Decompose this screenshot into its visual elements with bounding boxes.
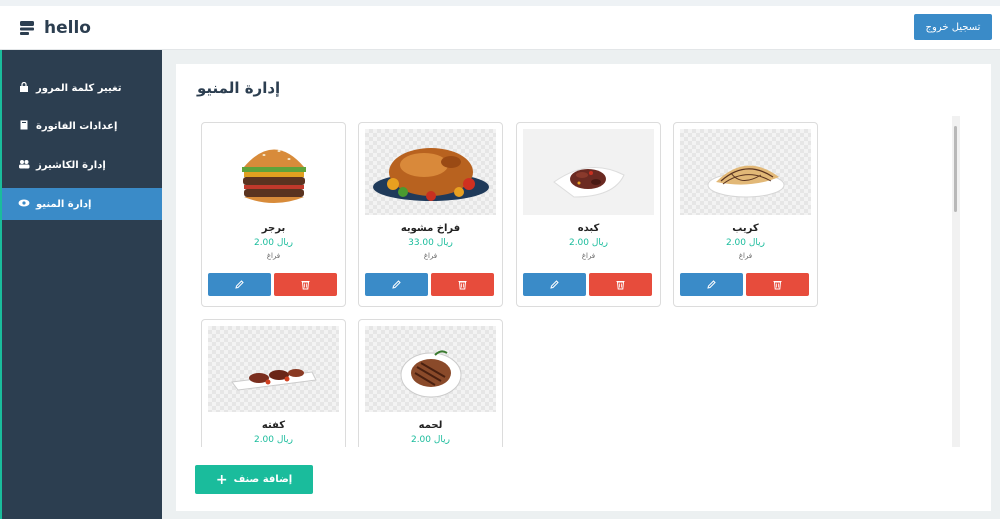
- lock-icon: [18, 81, 30, 95]
- product-image-steak: [365, 326, 496, 412]
- product-image-kofta: [208, 326, 339, 412]
- product-price: ريال 33.00: [408, 238, 453, 248]
- products-scrollbar[interactable]: [952, 116, 960, 447]
- product-price: ريال 2.00: [253, 435, 294, 445]
- edit-button[interactable]: [365, 273, 428, 296]
- brand-title: hello: [44, 18, 91, 38]
- sidebar-item-change-password[interactable]: تغيير كلمة المرور: [2, 72, 162, 104]
- pencil-icon: [550, 280, 559, 289]
- product-image-crepe: [680, 129, 811, 215]
- delete-button[interactable]: [274, 273, 337, 296]
- trash-icon: [301, 281, 310, 290]
- stack-icon: [20, 21, 34, 35]
- sidebar-item-label: إدارة المنيو: [36, 198, 92, 210]
- products-grid[interactable]: برجر ريال 2.00 فراغ فراخ مشويه ريال 33.0…: [196, 116, 959, 447]
- trash-icon: [616, 281, 625, 290]
- logout-button[interactable]: تسجيل خروج: [914, 14, 992, 40]
- product-card: فراخ مشويه ريال 33.00 فراغ: [358, 122, 503, 307]
- product-name: كريب: [732, 223, 759, 234]
- add-item-label: إضافة صنف: [233, 474, 293, 485]
- product-category: فراغ: [423, 252, 438, 260]
- product-category: فراغ: [266, 252, 281, 260]
- product-name: لحمه: [418, 420, 443, 431]
- trash-icon: [773, 281, 782, 290]
- eye-icon: [18, 198, 30, 211]
- product-price: ريال 2.00: [568, 238, 609, 248]
- pencil-icon: [392, 280, 401, 289]
- product-image-liver: [523, 129, 654, 215]
- product-card: كبده ريال 2.00 فراغ: [516, 122, 661, 307]
- product-card: كريب ريال 2.00 فراغ: [673, 122, 818, 307]
- product-card: برجر ريال 2.00 فراغ: [201, 122, 346, 307]
- users-icon: [18, 159, 30, 172]
- product-price: ريال 2.00: [725, 238, 766, 248]
- product-image-grilled-chicken: [365, 129, 496, 215]
- top-bar: hello تسجيل خروج: [0, 0, 1000, 50]
- delete-button[interactable]: [431, 273, 494, 296]
- delete-button[interactable]: [589, 273, 652, 296]
- edit-button[interactable]: [523, 273, 586, 296]
- pencil-icon: [235, 280, 244, 289]
- edit-button[interactable]: [680, 273, 743, 296]
- page-title: إدارة المنيو: [197, 79, 281, 97]
- sidebar-item-label: إدارة الكاشيرز: [36, 159, 106, 171]
- product-name: فراخ مشويه: [400, 223, 461, 234]
- product-card: كفته ريال 2.00: [201, 319, 346, 447]
- sidebar-item-label: إعدادات الفاتورة: [36, 120, 118, 132]
- menu-panel: إدارة المنيو برجر ريال 2.00 فراغ فراخ مش…: [176, 64, 991, 511]
- product-price: ريال 2.00: [410, 435, 451, 445]
- delete-button[interactable]: [746, 273, 809, 296]
- sidebar: تغيير كلمة المرور إعدادات الفاتورة إدارة…: [0, 50, 162, 519]
- product-price: ريال 2.00: [253, 238, 294, 248]
- product-image-burger: [208, 129, 339, 215]
- sidebar-item-invoice-settings[interactable]: إعدادات الفاتورة: [2, 110, 162, 142]
- scroll-thumb[interactable]: [954, 126, 957, 212]
- edit-button[interactable]: [208, 273, 271, 296]
- product-card: لحمه ريال 2.00: [358, 319, 503, 447]
- sidebar-item-menu-management[interactable]: إدارة المنيو: [2, 188, 162, 220]
- product-name: برجر: [261, 223, 286, 234]
- product-category: فراغ: [581, 252, 596, 260]
- book-icon: [18, 120, 30, 133]
- trash-icon: [458, 281, 467, 290]
- brand[interactable]: hello: [18, 18, 91, 38]
- plus-icon: +: [215, 471, 228, 488]
- sidebar-item-cashiers[interactable]: إدارة الكاشيرز: [2, 149, 162, 181]
- product-name: كبده: [577, 223, 600, 234]
- product-category: فراغ: [738, 252, 753, 260]
- add-item-button[interactable]: + إضافة صنف: [195, 465, 313, 494]
- sidebar-item-label: تغيير كلمة المرور: [36, 82, 122, 94]
- pencil-icon: [707, 280, 716, 289]
- product-name: كفته: [261, 420, 286, 431]
